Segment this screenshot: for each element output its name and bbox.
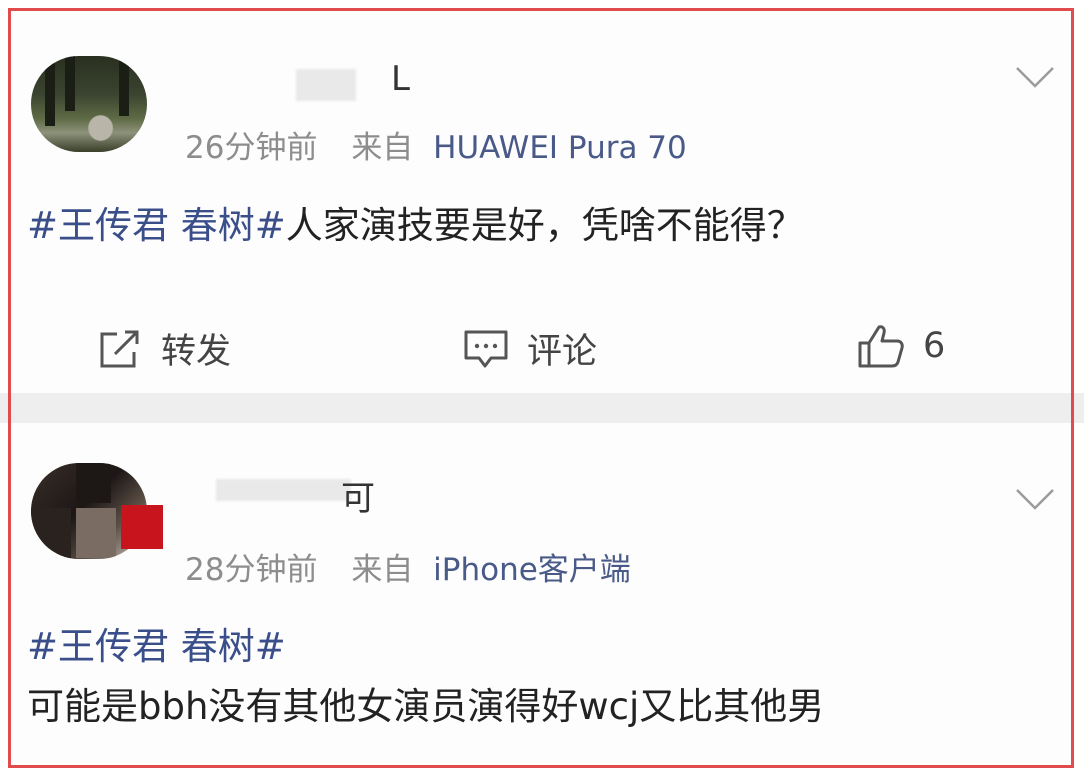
username[interactable]: L xyxy=(391,59,412,99)
repost-icon xyxy=(100,330,139,367)
chevron-down-icon[interactable] xyxy=(1015,65,1055,89)
post-card: 可 28分钟前 来自 iPhone客户端 #王传君 春树# 可能是bbh没有其他… xyxy=(11,423,1072,763)
topic-link[interactable]: #王传君 春树# xyxy=(27,204,286,247)
post-card: L 26分钟前 来自 HUAWEI Pura 70 #王传君 春树#人家演技要是… xyxy=(11,11,1072,393)
like-icon xyxy=(858,325,904,368)
source-device[interactable]: HUAWEI Pura 70 xyxy=(433,130,687,166)
avatar[interactable] xyxy=(31,56,147,152)
post-meta: 26分钟前 来自 HUAWEI Pura 70 xyxy=(185,122,687,167)
repost-label: 转发 xyxy=(161,332,232,372)
avatar-badge xyxy=(121,505,163,549)
like-button[interactable]: 6 xyxy=(857,323,945,369)
post-divider xyxy=(0,393,1084,423)
source-device[interactable]: iPhone客户端 xyxy=(433,552,631,588)
comment-icon xyxy=(464,330,508,367)
username-redaction xyxy=(296,69,356,101)
username[interactable]: 可 xyxy=(341,471,377,520)
post-text: 可能是bbh没有其他女演员演得好wcj又比其他男 xyxy=(27,685,825,728)
repost-button[interactable]: 转发 xyxy=(97,323,231,374)
post-content: #王传君 春树# 可能是bbh没有其他女演员演得好wcj又比其他男 xyxy=(27,621,824,733)
post-meta: 28分钟前 来自 iPhone客户端 xyxy=(185,544,631,589)
username-redaction xyxy=(216,479,351,501)
comment-label: 评论 xyxy=(527,332,598,372)
source-prefix: 来自 xyxy=(351,130,414,166)
chevron-down-icon[interactable] xyxy=(1015,487,1055,511)
post-text: 人家演技要是好，凭啥不能得？ xyxy=(285,204,804,247)
post-content: #王传君 春树#人家演技要是好，凭啥不能得？ xyxy=(27,200,804,252)
like-count: 6 xyxy=(923,326,946,366)
source-prefix: 来自 xyxy=(351,552,414,588)
comment-button[interactable]: 评论 xyxy=(463,323,597,374)
post-time: 26分钟前 xyxy=(185,130,318,166)
post-time: 28分钟前 xyxy=(185,552,318,588)
topic-link[interactable]: #王传君 春树# xyxy=(27,621,824,673)
